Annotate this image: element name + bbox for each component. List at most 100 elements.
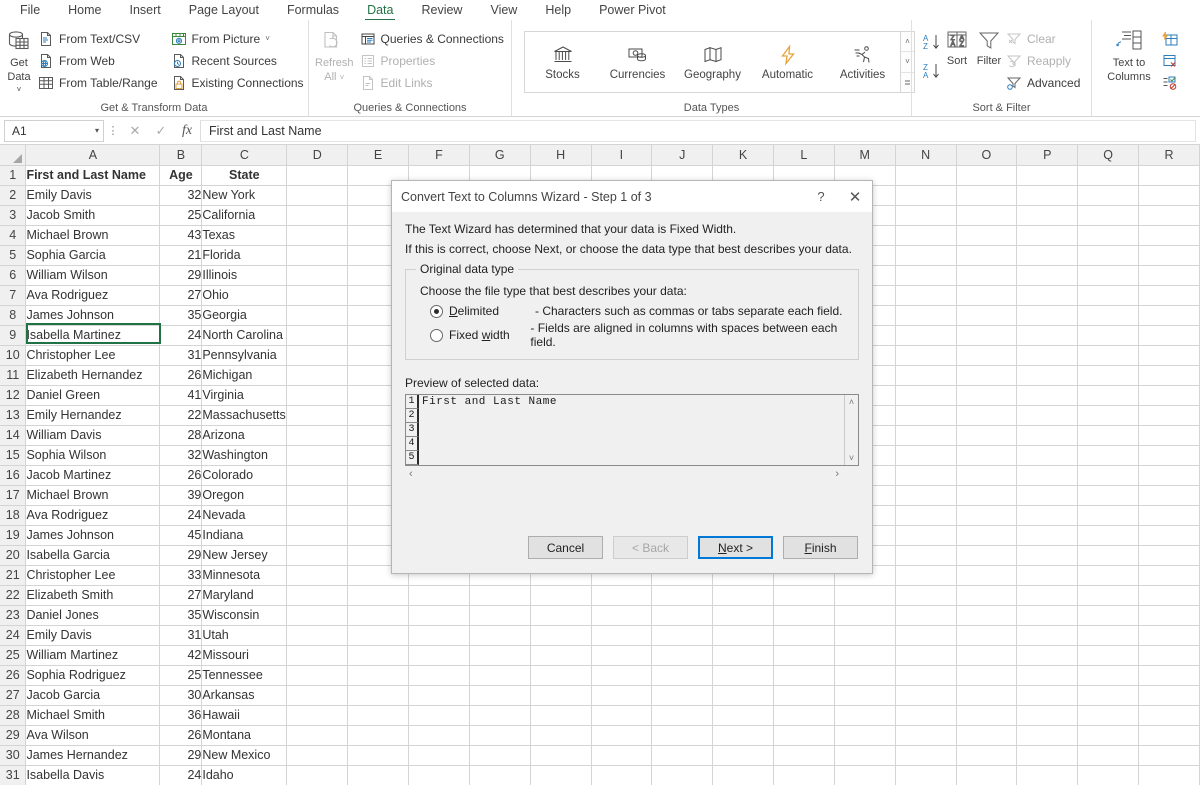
cell-q23[interactable]	[1077, 605, 1140, 626]
close-icon[interactable]: ✕	[838, 181, 872, 212]
convert-text-to-columns-dialog[interactable]: Convert Text to Columns Wizard - Step 1 …	[391, 180, 873, 574]
cell-a31[interactable]: Isabella Davis	[25, 765, 161, 785]
row-header[interactable]: 22	[0, 585, 27, 606]
cell-p29[interactable]	[1016, 725, 1079, 746]
preview-scroll-up-icon[interactable]: ˄	[849, 397, 854, 407]
cell-a7[interactable]: Ava Rodriguez	[25, 285, 161, 306]
row-header[interactable]: 29	[0, 725, 27, 746]
cell-a13[interactable]: Emily Hernandez	[25, 405, 161, 426]
formula-input[interactable]: First and Last Name	[200, 119, 1196, 142]
cell-l23[interactable]	[773, 605, 835, 626]
cell-g31[interactable]	[469, 765, 531, 785]
radio-delimited-indicator[interactable]	[430, 304, 443, 318]
cell-a5[interactable]: Sophia Garcia	[25, 245, 161, 266]
cell-k24[interactable]	[712, 625, 774, 646]
cell-d12[interactable]	[286, 385, 349, 406]
finish-button[interactable]: Finish	[783, 536, 858, 559]
cell-d4[interactable]	[286, 225, 349, 246]
cell-p5[interactable]	[1016, 245, 1079, 266]
cell-b19[interactable]: 45	[159, 525, 203, 546]
row-header[interactable]: 9	[0, 325, 27, 346]
cell-n23[interactable]	[895, 605, 957, 626]
cell-d30[interactable]	[286, 745, 349, 766]
cell-j26[interactable]	[651, 665, 714, 686]
cell-n26[interactable]	[895, 665, 957, 686]
row-header[interactable]: 6	[0, 265, 27, 286]
cell-p24[interactable]	[1016, 625, 1079, 646]
cell-i31[interactable]	[591, 765, 653, 785]
cell-g27[interactable]	[469, 685, 531, 706]
row-header[interactable]: 19	[0, 525, 27, 546]
cell-b7[interactable]: 27	[159, 285, 203, 306]
cell-a17[interactable]: Michael Brown	[25, 485, 161, 506]
cell-b4[interactable]: 43	[159, 225, 203, 246]
cell-p27[interactable]	[1016, 685, 1079, 706]
cancel-button[interactable]: Cancel	[528, 536, 603, 559]
cell-h28[interactable]	[530, 705, 592, 726]
cell-d8[interactable]	[286, 305, 349, 326]
cell-b26[interactable]: 25	[159, 665, 203, 686]
cell-b24[interactable]: 31	[159, 625, 203, 646]
cell-h23[interactable]	[530, 605, 592, 626]
column-header-f[interactable]: F	[408, 145, 470, 166]
cell-r13[interactable]	[1138, 405, 1200, 426]
cell-g30[interactable]	[469, 745, 531, 766]
cell-n15[interactable]	[895, 445, 957, 466]
cell-k23[interactable]	[712, 605, 774, 626]
from-text-csv-button[interactable]: From Text/CSV	[36, 28, 163, 49]
cell-c11[interactable]: Michigan	[201, 365, 288, 386]
recent-sources-button[interactable]: Recent Sources	[169, 50, 309, 71]
cell-f25[interactable]	[408, 645, 470, 666]
cell-m31[interactable]	[834, 765, 896, 785]
advanced-filter-button[interactable]: Advanced	[1004, 72, 1085, 93]
cell-q24[interactable]	[1077, 625, 1140, 646]
tab-page-layout[interactable]: Page Layout	[175, 0, 273, 20]
cell-m28[interactable]	[834, 705, 896, 726]
cell-d31[interactable]	[286, 765, 349, 785]
cell-b23[interactable]: 35	[159, 605, 203, 626]
cell-i27[interactable]	[591, 685, 653, 706]
cell-d18[interactable]	[286, 505, 349, 526]
cell-o12[interactable]	[956, 385, 1018, 406]
cell-d17[interactable]	[286, 485, 349, 506]
row-header[interactable]: 5	[0, 245, 27, 266]
cell-c31[interactable]: Idaho	[201, 765, 288, 785]
cell-r24[interactable]	[1138, 625, 1200, 646]
row-header[interactable]: 2	[0, 185, 27, 206]
cell-n5[interactable]	[895, 245, 957, 266]
cell-i29[interactable]	[591, 725, 653, 746]
cell-o2[interactable]	[956, 185, 1018, 206]
row-header[interactable]: 24	[0, 625, 27, 646]
cell-d11[interactable]	[286, 365, 349, 386]
cell-n16[interactable]	[895, 465, 957, 486]
cell-o28[interactable]	[956, 705, 1018, 726]
cell-k31[interactable]	[712, 765, 774, 785]
cell-j25[interactable]	[651, 645, 714, 666]
cell-a22[interactable]: Elizabeth Smith	[25, 585, 161, 606]
cell-c9[interactable]: North Carolina	[201, 325, 288, 346]
cell-n30[interactable]	[895, 745, 957, 766]
geography-button[interactable]: Geography	[675, 32, 750, 92]
cell-o30[interactable]	[956, 745, 1018, 766]
cell-d20[interactable]	[286, 545, 349, 566]
cell-n13[interactable]	[895, 405, 957, 426]
tab-insert[interactable]: Insert	[116, 0, 175, 20]
cell-c2[interactable]: New York	[201, 185, 288, 206]
cell-n25[interactable]	[895, 645, 957, 666]
cell-p21[interactable]	[1016, 565, 1079, 586]
cell-r5[interactable]	[1138, 245, 1200, 266]
tab-view[interactable]: View	[476, 0, 531, 20]
cell-r19[interactable]	[1138, 525, 1200, 546]
cell-n18[interactable]	[895, 505, 957, 526]
cell-f28[interactable]	[408, 705, 470, 726]
from-table-range-button[interactable]: From Table/Range	[36, 72, 163, 93]
cell-n28[interactable]	[895, 705, 957, 726]
cell-j30[interactable]	[651, 745, 714, 766]
cell-k30[interactable]	[712, 745, 774, 766]
remove-duplicates-button[interactable]	[1160, 50, 1183, 71]
cell-n7[interactable]	[895, 285, 957, 306]
row-header[interactable]: 16	[0, 465, 27, 486]
cell-c29[interactable]: Montana	[201, 725, 288, 746]
cell-b14[interactable]: 28	[159, 425, 203, 446]
cell-o23[interactable]	[956, 605, 1018, 626]
